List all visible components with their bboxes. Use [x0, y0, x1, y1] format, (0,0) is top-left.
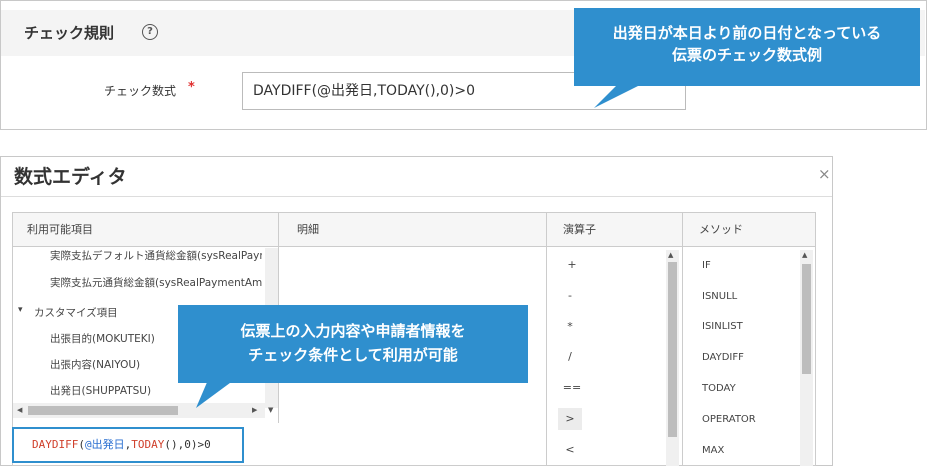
tree-group-customize[interactable]: カスタマイズ項目	[34, 305, 118, 320]
tree-item[interactable]: 出発日(SHUPPATSU)	[50, 383, 151, 398]
editor-title: 数式エディタ	[14, 166, 127, 188]
preview-variable: @出発日	[84, 438, 125, 451]
method-item[interactable]: TODAY	[702, 383, 736, 394]
tree-toggle-icon[interactable]: ▾	[18, 305, 23, 315]
help-icon[interactable]: ?	[142, 24, 158, 40]
callout-top-line2: 伝票のチェック数式例	[671, 46, 822, 64]
callout-middle-pointer	[196, 380, 234, 408]
operator-item[interactable]: -	[558, 285, 582, 307]
formula-label: チェック数式	[104, 84, 177, 98]
method-item[interactable]: MAX	[702, 445, 724, 456]
methods-scroll-thumb[interactable]	[802, 264, 811, 374]
scroll-up-icon[interactable]: ▲	[668, 251, 673, 259]
method-item[interactable]: DAYDIFF	[702, 352, 744, 363]
callout-top: 出発日が本日より前の日付となっている 伝票のチェック数式例	[574, 8, 920, 86]
method-item[interactable]: ISINLIST	[702, 321, 743, 332]
scroll-up-icon[interactable]: ▲	[802, 251, 807, 259]
callout-middle-line2: チェック条件として利用が可能	[248, 346, 458, 364]
operator-item[interactable]: /	[558, 346, 582, 368]
preview-function: TODAY	[131, 438, 165, 451]
preview-function: DAYDIFF	[32, 438, 79, 451]
callout-top-line1: 出発日が本日より前の日付となっている	[612, 24, 882, 42]
tree-horizontal-scroll-thumb[interactable]	[28, 406, 178, 415]
operator-item[interactable]: ==	[560, 377, 584, 399]
callout-middle: 伝票上の入力内容や申請者情報を チェック条件として利用が可能	[178, 305, 528, 383]
scroll-left-icon[interactable]: ◀	[17, 406, 22, 414]
operator-item[interactable]: +	[560, 254, 584, 276]
scroll-down-icon[interactable]: ▼	[268, 406, 273, 414]
method-item[interactable]: OPERATOR	[702, 414, 756, 425]
method-item[interactable]: ISNULL	[702, 291, 737, 302]
column-header-detail: 明細	[279, 213, 546, 247]
callout-middle-line1: 伝票上の入力内容や申請者情報を	[240, 322, 466, 340]
formula-preview[interactable]: DAYDIFF(@出発日,TODAY(),0)>0	[12, 427, 244, 463]
operator-item-selected[interactable]: >	[558, 408, 582, 430]
required-mark: *	[188, 80, 195, 95]
close-icon[interactable]: ×	[818, 165, 831, 183]
column-header-operators: 演算子	[547, 213, 682, 247]
column-divider	[682, 213, 683, 466]
operators-scroll-thumb[interactable]	[668, 262, 677, 437]
tree-item[interactable]: 出張目的(MOKUTEKI)	[50, 331, 155, 346]
column-header-available: 利用可能項目	[13, 213, 278, 247]
callout-top-pointer	[594, 84, 642, 108]
tree-item[interactable]: 実際支払元通貨総金額(sysRealPaymentAmo	[50, 275, 262, 290]
check-rule-title: チェック規則	[24, 24, 115, 42]
method-item[interactable]: IF	[702, 260, 711, 271]
scroll-right-icon[interactable]: ▶	[252, 406, 257, 414]
preview-paren: (	[78, 438, 85, 451]
tree-item[interactable]: 実際支払デフォルト通貨総金額(sysRealPaym	[50, 248, 262, 263]
tree-item[interactable]: 出張内容(NAIYOU)	[50, 357, 140, 372]
operator-item[interactable]: *	[558, 316, 582, 338]
column-divider	[546, 213, 547, 466]
preview-rest: (),0)>0	[164, 438, 211, 451]
operator-item[interactable]: <	[558, 439, 582, 461]
editor-divider	[1, 196, 832, 197]
column-header-methods: メソッド	[683, 213, 815, 247]
